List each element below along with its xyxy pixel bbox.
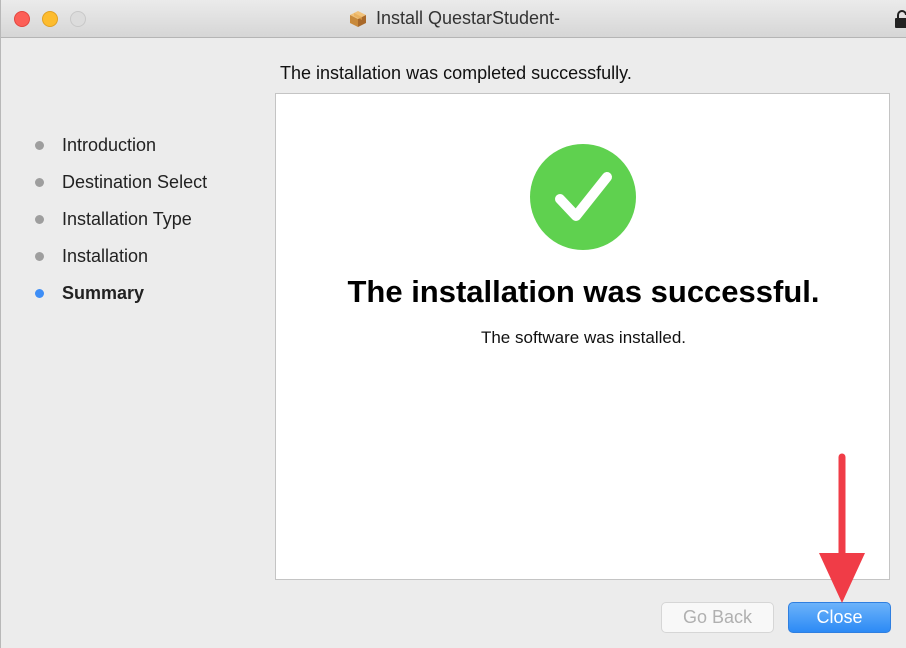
sidebar-item-installation: Installation xyxy=(35,238,207,275)
close-button[interactable]: Close xyxy=(788,602,891,633)
step-bullet-active-icon xyxy=(35,289,44,298)
sidebar-item-label: Destination Select xyxy=(62,172,208,192)
sidebar-item-label: Installation Type xyxy=(62,209,192,229)
sidebar-item-label: Installation xyxy=(62,246,149,266)
installer-steps-sidebar: Introduction Destination Select Installa… xyxy=(35,127,207,312)
sidebar-item-label: Introduction xyxy=(62,135,157,155)
checkmark-icon xyxy=(530,144,636,250)
installer-window: Install QuestarStudent- Introduction Des… xyxy=(0,0,906,648)
window-title: Install QuestarStudent- xyxy=(375,8,561,28)
step-bullet-icon xyxy=(35,252,44,261)
lock-icon[interactable] xyxy=(895,10,906,28)
sidebar-item-summary: Summary xyxy=(35,275,207,312)
step-bullet-icon xyxy=(35,178,44,187)
sidebar-item-destination-select: Destination Select xyxy=(35,164,207,201)
content-panel: The installation was successful. The sof… xyxy=(275,93,890,580)
title-bar[interactable]: Install QuestarStudent- xyxy=(1,0,906,38)
red-arrow-annotation xyxy=(819,453,865,603)
step-bullet-icon xyxy=(35,141,44,150)
step-bullet-icon xyxy=(35,215,44,224)
go-back-button: Go Back xyxy=(661,602,774,633)
sidebar-item-introduction: Introduction xyxy=(35,127,207,164)
sidebar-item-label: Summary xyxy=(62,283,145,303)
sidebar-item-installation-type: Installation Type xyxy=(35,201,207,238)
success-title: The installation was successful. xyxy=(347,274,820,309)
package-icon xyxy=(349,10,366,27)
page-header: The installation was completed successfu… xyxy=(280,63,632,83)
window-title-container: Install QuestarStudent- xyxy=(1,0,906,37)
success-message: The software was installed. xyxy=(480,328,687,347)
